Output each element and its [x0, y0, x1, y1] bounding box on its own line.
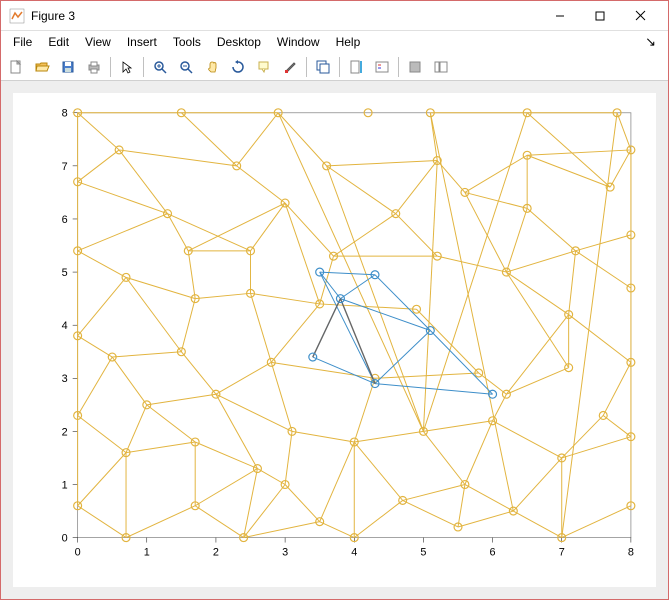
canvas-area: 0 1 2 3 4 5 6 7 8 0 1 2 3 4 5 6 7 8 [1, 81, 668, 599]
toolbar-separator [143, 57, 144, 77]
toolbar [1, 53, 668, 81]
svg-text:4: 4 [351, 546, 357, 558]
maximize-button[interactable] [580, 1, 620, 31]
mesh-blue [309, 268, 497, 398]
svg-text:0: 0 [75, 546, 81, 558]
svg-text:5: 5 [420, 546, 426, 558]
mesh-gold [74, 109, 635, 542]
hide-tools-button[interactable] [403, 55, 427, 79]
legend-button[interactable] [370, 55, 394, 79]
svg-text:7: 7 [559, 546, 565, 558]
menu-help[interactable]: Help [328, 33, 369, 51]
window-title: Figure 3 [31, 9, 540, 23]
menu-view[interactable]: View [77, 33, 119, 51]
colorbar-button[interactable] [344, 55, 368, 79]
svg-text:1: 1 [144, 546, 150, 558]
dock-arrow-icon[interactable]: ↘ [637, 34, 664, 50]
svg-text:2: 2 [213, 546, 219, 558]
titlebar: Figure 3 [1, 1, 668, 31]
toolbar-separator [339, 57, 340, 77]
menu-file[interactable]: File [5, 33, 40, 51]
menu-desktop[interactable]: Desktop [209, 33, 269, 51]
menu-tools[interactable]: Tools [165, 33, 209, 51]
svg-text:4: 4 [62, 320, 68, 332]
svg-text:3: 3 [282, 546, 288, 558]
open-button[interactable] [30, 55, 54, 79]
datatip-button[interactable] [252, 55, 276, 79]
zoom-out-button[interactable] [174, 55, 198, 79]
menu-insert[interactable]: Insert [119, 33, 165, 51]
pointer-button[interactable] [115, 55, 139, 79]
menu-window[interactable]: Window [269, 33, 328, 51]
brush-button[interactable] [278, 55, 302, 79]
save-button[interactable] [56, 55, 80, 79]
minimize-button[interactable] [540, 1, 580, 31]
svg-text:8: 8 [628, 546, 634, 558]
svg-text:2: 2 [62, 426, 68, 438]
show-plot-tools-button[interactable] [429, 55, 453, 79]
svg-text:3: 3 [62, 373, 68, 385]
app-icon [9, 8, 25, 24]
zoom-in-button[interactable] [148, 55, 172, 79]
axes[interactable]: 0 1 2 3 4 5 6 7 8 0 1 2 3 4 5 6 7 8 [13, 93, 656, 587]
toolbar-separator [398, 57, 399, 77]
menubar: File Edit View Insert Tools Desktop Wind… [1, 31, 668, 53]
new-figure-button[interactable] [4, 55, 28, 79]
svg-text:8: 8 [62, 108, 68, 120]
close-button[interactable] [620, 1, 660, 31]
print-button[interactable] [82, 55, 106, 79]
toolbar-separator [306, 57, 307, 77]
svg-text:5: 5 [62, 267, 68, 279]
rotate-button[interactable] [226, 55, 250, 79]
toolbar-separator [110, 57, 111, 77]
pan-button[interactable] [200, 55, 224, 79]
svg-text:1: 1 [62, 479, 68, 491]
svg-text:0: 0 [62, 533, 68, 545]
svg-text:6: 6 [490, 546, 496, 558]
link-button[interactable] [311, 55, 335, 79]
svg-text:7: 7 [62, 161, 68, 173]
menu-edit[interactable]: Edit [40, 33, 77, 51]
svg-text:6: 6 [62, 214, 68, 226]
figure-canvas[interactable]: 0 1 2 3 4 5 6 7 8 0 1 2 3 4 5 6 7 8 [13, 93, 656, 587]
